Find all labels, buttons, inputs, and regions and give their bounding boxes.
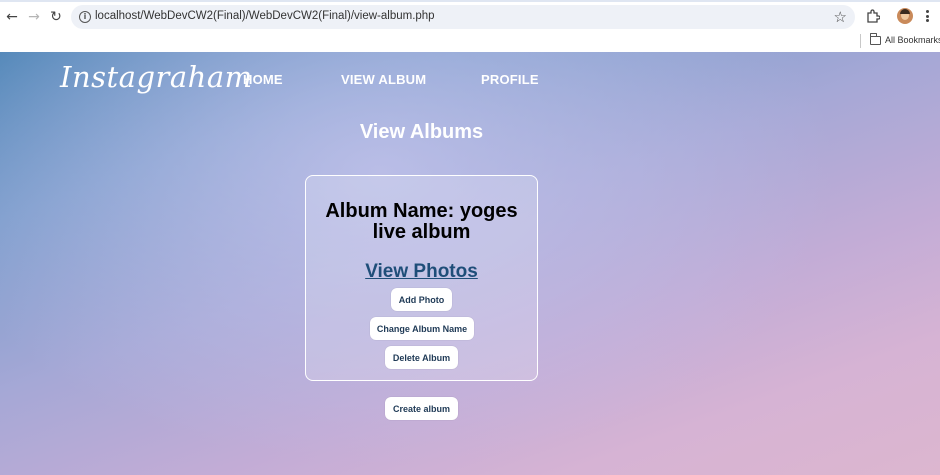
delete-album-button[interactable]: Delete Album bbox=[385, 346, 458, 369]
puzzle-icon[interactable] bbox=[866, 9, 880, 23]
folder-icon[interactable] bbox=[870, 33, 881, 45]
all-bookmarks-link[interactable]: All Bookmarks bbox=[885, 35, 940, 45]
album-card: Album Name: yoges live album View Photos… bbox=[305, 175, 538, 381]
forward-arrow-icon[interactable]: → bbox=[25, 8, 43, 26]
url-text[interactable]: localhost/WebDevCW2(Final)/WebDevCW2(Fin… bbox=[95, 10, 435, 22]
star-icon[interactable]: ☆ bbox=[834, 8, 847, 26]
bookmarks-divider bbox=[860, 34, 861, 48]
browser-toolbar: ← → ↻ i localhost/WebDevCW2(Final)/WebDe… bbox=[0, 0, 940, 33]
back-arrow-icon[interactable]: ← bbox=[3, 8, 21, 26]
create-album-button[interactable]: Create album bbox=[385, 397, 458, 420]
view-photos-link[interactable]: View Photos bbox=[306, 261, 537, 283]
album-name: Album Name: yoges live album bbox=[325, 200, 518, 243]
add-photo-button[interactable]: Add Photo bbox=[391, 288, 452, 311]
reload-icon[interactable]: ↻ bbox=[47, 8, 65, 26]
kebab-menu-icon[interactable] bbox=[922, 8, 932, 24]
address-bar[interactable]: i localhost/WebDevCW2(Final)/WebDevCW2(F… bbox=[71, 5, 855, 29]
nav-view-album-link[interactable]: VIEW ALBUM bbox=[341, 72, 426, 87]
nav-home-link[interactable]: HOME bbox=[243, 72, 283, 87]
change-album-name-button[interactable]: Change Album Name bbox=[370, 317, 474, 340]
nav-profile-link[interactable]: PROFILE bbox=[481, 72, 539, 87]
page-title: View Albums bbox=[359, 121, 484, 143]
site-logo[interactable]: Instagraham bbox=[60, 60, 253, 94]
page-content: Instagraham HOME VIEW ALBUM PROFILE View… bbox=[0, 52, 940, 475]
tab-strip-edge bbox=[0, 0, 940, 2]
profile-avatar[interactable] bbox=[897, 8, 913, 24]
info-icon[interactable]: i bbox=[79, 11, 91, 23]
bookmarks-bar: All Bookmarks bbox=[0, 33, 940, 52]
